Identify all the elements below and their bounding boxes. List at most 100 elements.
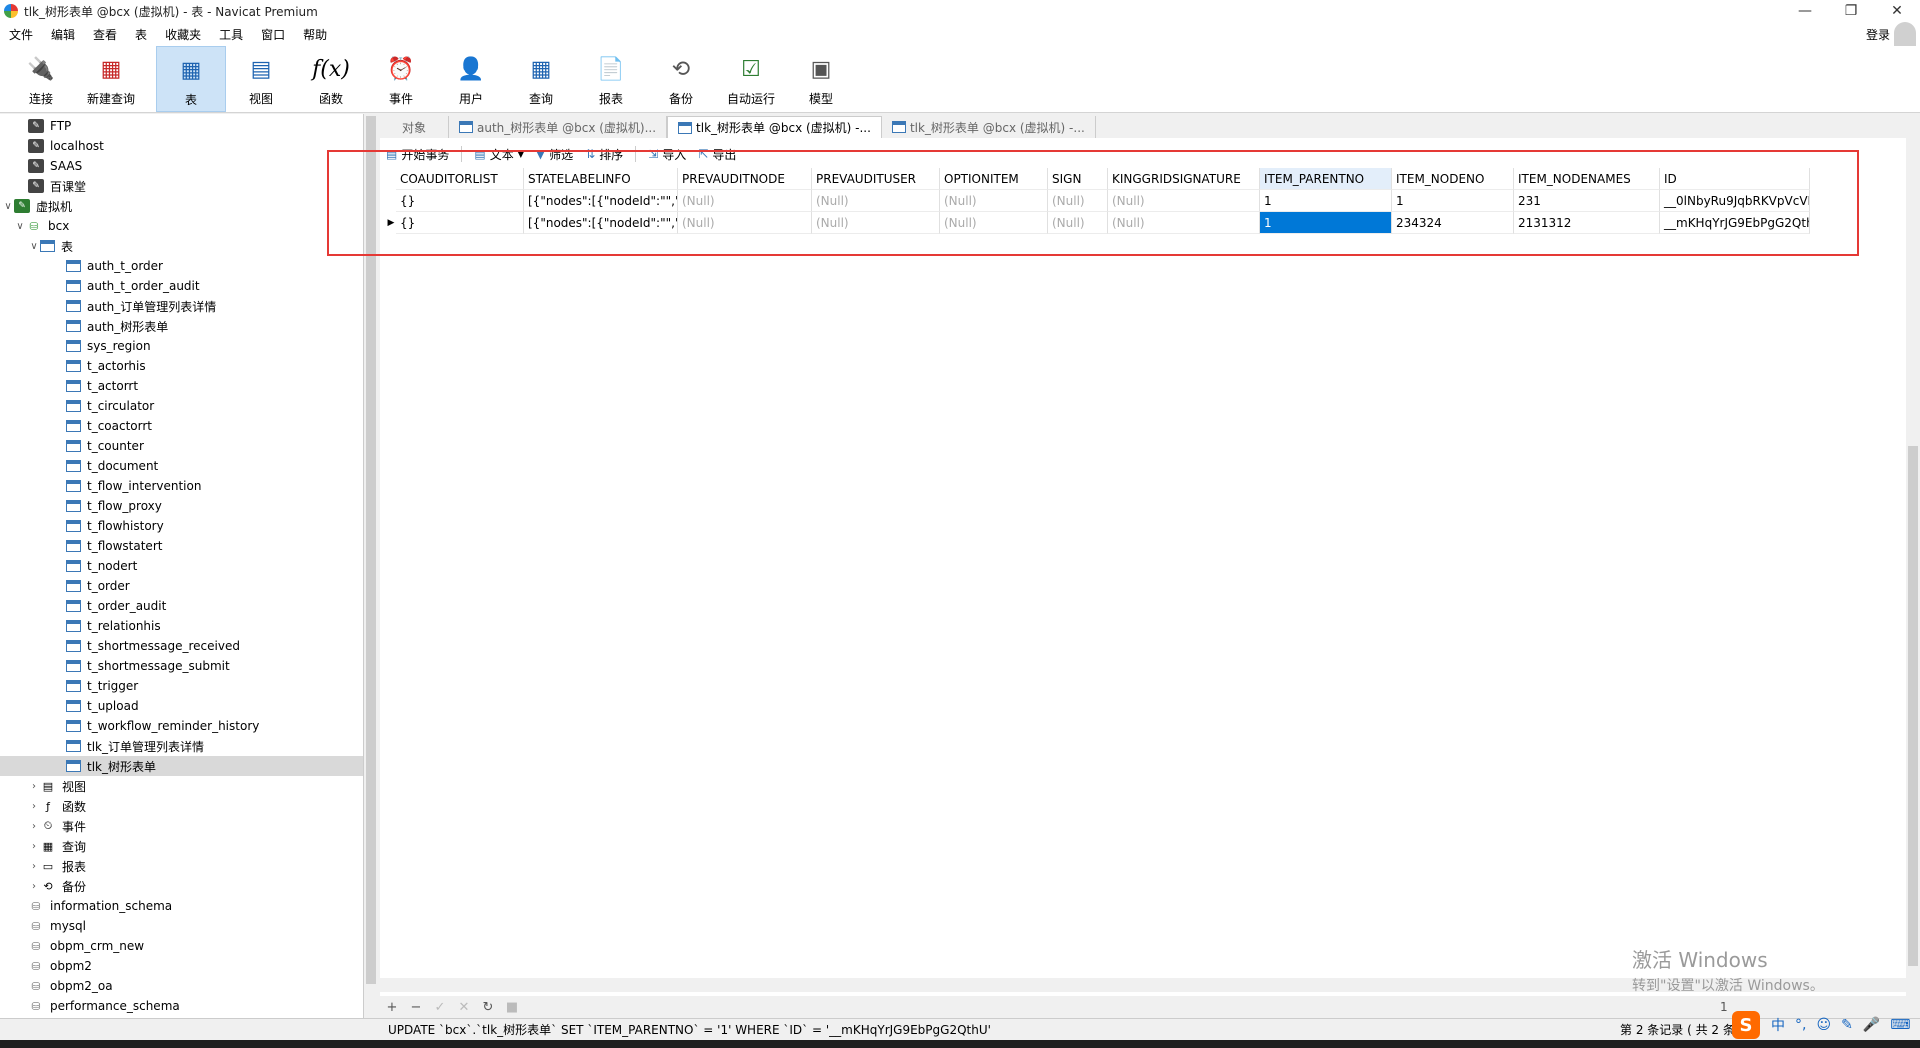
table-cell[interactable]: (Null)	[940, 190, 1048, 212]
apply-changes-button[interactable]: ✓	[428, 1000, 452, 1015]
table-row[interactable]: {}[{"nodes":[{"nodeId":"","sta(Null)(Nul…	[386, 190, 1906, 212]
table-cell[interactable]: (Null)	[678, 190, 812, 212]
folder-item[interactable]: › ⟲ 备份	[0, 876, 363, 896]
table-item[interactable]: t_flow_intervention	[0, 476, 363, 496]
menu-favorites[interactable]: 收藏夹	[156, 26, 210, 43]
column-header[interactable]: ITEM_NODENO	[1392, 168, 1514, 190]
ime-language[interactable]: 中	[1771, 1015, 1785, 1035]
column-header[interactable]: PREVAUDITNODE	[678, 168, 812, 190]
function-button[interactable]: f(x) 函数	[296, 46, 366, 112]
table-item[interactable]: t_flowhistory	[0, 516, 363, 536]
table-item[interactable]: t_workflow_reminder_history	[0, 716, 363, 736]
table-cell[interactable]: (Null)	[1048, 190, 1108, 212]
current-row-indicator-icon[interactable]: ▶	[386, 212, 396, 234]
table-cell[interactable]: (Null)	[1108, 212, 1260, 234]
table-cell[interactable]: (Null)	[1048, 212, 1108, 234]
minimize-button[interactable]: —	[1782, 0, 1828, 22]
connect-button[interactable]: 🔌 连接	[6, 46, 76, 112]
database-item[interactable]: ⛁ obpm2	[0, 956, 363, 976]
filter-button[interactable]: ▼ 筛选	[536, 146, 573, 163]
close-button[interactable]: ✕	[1874, 0, 1920, 22]
table-item[interactable]: t_coactorrt	[0, 416, 363, 436]
event-button[interactable]: ⏰ 事件	[366, 46, 436, 112]
tab-tlk-tree-form-design[interactable]: tlk_树形表单 @bcx (虚拟机) -...	[882, 116, 1096, 138]
table-item[interactable]: t_relationhis	[0, 616, 363, 636]
query-button[interactable]: ▦ 查询	[506, 46, 576, 112]
table-cell[interactable]: (Null)	[940, 212, 1048, 234]
database-item[interactable]: ⛁ obpm_crm_new	[0, 936, 363, 956]
folder-item[interactable]: › ▦ 查询	[0, 836, 363, 856]
column-header[interactable]: PREVAUDITUSER	[812, 168, 940, 190]
view-button[interactable]: ▤ 视图	[226, 46, 296, 112]
sidebar-scrollbar[interactable]	[364, 114, 378, 1018]
database-item-bcx[interactable]: ∨ ⛁ bcx	[0, 216, 363, 236]
table-item[interactable]: t_circulator	[0, 396, 363, 416]
automation-button[interactable]: ☑ 自动运行	[716, 46, 786, 112]
user-button[interactable]: 👤 用户	[436, 46, 506, 112]
table-item[interactable]: auth_t_order_audit	[0, 276, 363, 296]
column-header[interactable]: ID	[1660, 168, 1810, 190]
table-cell[interactable]: 1	[1260, 190, 1392, 212]
delete-record-button[interactable]: −	[404, 1000, 428, 1015]
tables-folder[interactable]: ∨ 表	[0, 236, 363, 256]
table-item[interactable]: sys_region	[0, 336, 363, 356]
table-item[interactable]: t_actorrt	[0, 376, 363, 396]
ime-skin-icon[interactable]: ✎	[1841, 1017, 1853, 1033]
menu-file[interactable]: 文件	[0, 26, 42, 43]
table-item[interactable]: t_flowstatert	[0, 536, 363, 556]
table-cell[interactable]: (Null)	[1108, 190, 1260, 212]
begin-transaction-button[interactable]: ▤ 开始事务	[386, 146, 449, 163]
column-header[interactable]: ITEM_NODENAMES	[1514, 168, 1660, 190]
connection-item[interactable]: ∨ ✎ 虚拟机	[0, 196, 363, 216]
avatar[interactable]	[1894, 22, 1916, 46]
column-header[interactable]: ITEM_PARENTNO	[1260, 168, 1392, 190]
database-item[interactable]: ⛁ obpm2_oa	[0, 976, 363, 996]
login-link[interactable]: 登录	[1866, 26, 1890, 43]
tab-tlk-tree-form[interactable]: tlk_树形表单 @bcx (虚拟机) -...	[667, 116, 882, 138]
grid-scroll-thumb[interactable]	[1908, 446, 1918, 966]
menu-view[interactable]: 查看	[84, 26, 126, 43]
chevron-down-icon[interactable]: ∨	[14, 221, 26, 232]
chevron-right-icon[interactable]: ›	[28, 781, 40, 792]
table-cell[interactable]: __0lNbyRu9JqbRKVpVcVN	[1660, 190, 1810, 212]
ime-keyboard-icon[interactable]: ⌨	[1890, 1017, 1910, 1033]
connection-item[interactable]: ✎ 百课堂	[0, 176, 363, 196]
chevron-right-icon[interactable]: ›	[28, 841, 40, 852]
add-record-button[interactable]: +	[380, 1000, 404, 1015]
table-cell[interactable]: (Null)	[812, 212, 940, 234]
column-header[interactable]: COAUDITORLIST	[396, 168, 524, 190]
table-item[interactable]: auth_t_order	[0, 256, 363, 276]
chevron-down-icon[interactable]: ∨	[2, 201, 14, 212]
folder-item[interactable]: › ▭ 报表	[0, 856, 363, 876]
stop-button[interactable]: ■	[500, 1000, 524, 1015]
report-button[interactable]: 📄 报表	[576, 46, 646, 112]
import-button[interactable]: ⇲ 导入	[648, 146, 686, 163]
table-cell[interactable]: 231	[1514, 190, 1660, 212]
ime-punctuation-icon[interactable]: °,	[1795, 1017, 1806, 1033]
table-item[interactable]: tlk_树形表单	[0, 756, 363, 776]
table-item[interactable]: t_counter	[0, 436, 363, 456]
page-number[interactable]: 1	[1720, 1000, 1728, 1014]
ime-mic-icon[interactable]: 🎤	[1863, 1017, 1880, 1033]
table-cell[interactable]: 2131312	[1514, 212, 1660, 234]
column-header[interactable]: STATELABELINFO	[524, 168, 678, 190]
export-button[interactable]: ⇱ 导出	[698, 146, 736, 163]
folder-item[interactable]: › ƒ 函数	[0, 796, 363, 816]
table-item[interactable]: t_document	[0, 456, 363, 476]
folder-item[interactable]: › ▤ 视图	[0, 776, 363, 796]
sort-button[interactable]: ⇅ 排序	[585, 146, 623, 163]
table-item[interactable]: t_upload	[0, 696, 363, 716]
column-header[interactable]: OPTIONITEM	[940, 168, 1048, 190]
chevron-right-icon[interactable]: ›	[28, 861, 40, 872]
menu-window[interactable]: 窗口	[252, 26, 294, 43]
menu-tools[interactable]: 工具	[210, 26, 252, 43]
sidebar-scroll-thumb[interactable]	[366, 116, 376, 984]
table-cell[interactable]: 1	[1260, 212, 1392, 234]
table-cell[interactable]: 234324	[1392, 212, 1514, 234]
table-item[interactable]: auth_订单管理列表详情	[0, 296, 363, 316]
table-item[interactable]: t_shortmessage_submit	[0, 656, 363, 676]
grid-vertical-scrollbar[interactable]	[1906, 170, 1920, 1000]
connection-item[interactable]: ✎ localhost	[0, 136, 363, 156]
table-item[interactable]: auth_树形表单	[0, 316, 363, 336]
menu-edit[interactable]: 编辑	[42, 26, 84, 43]
